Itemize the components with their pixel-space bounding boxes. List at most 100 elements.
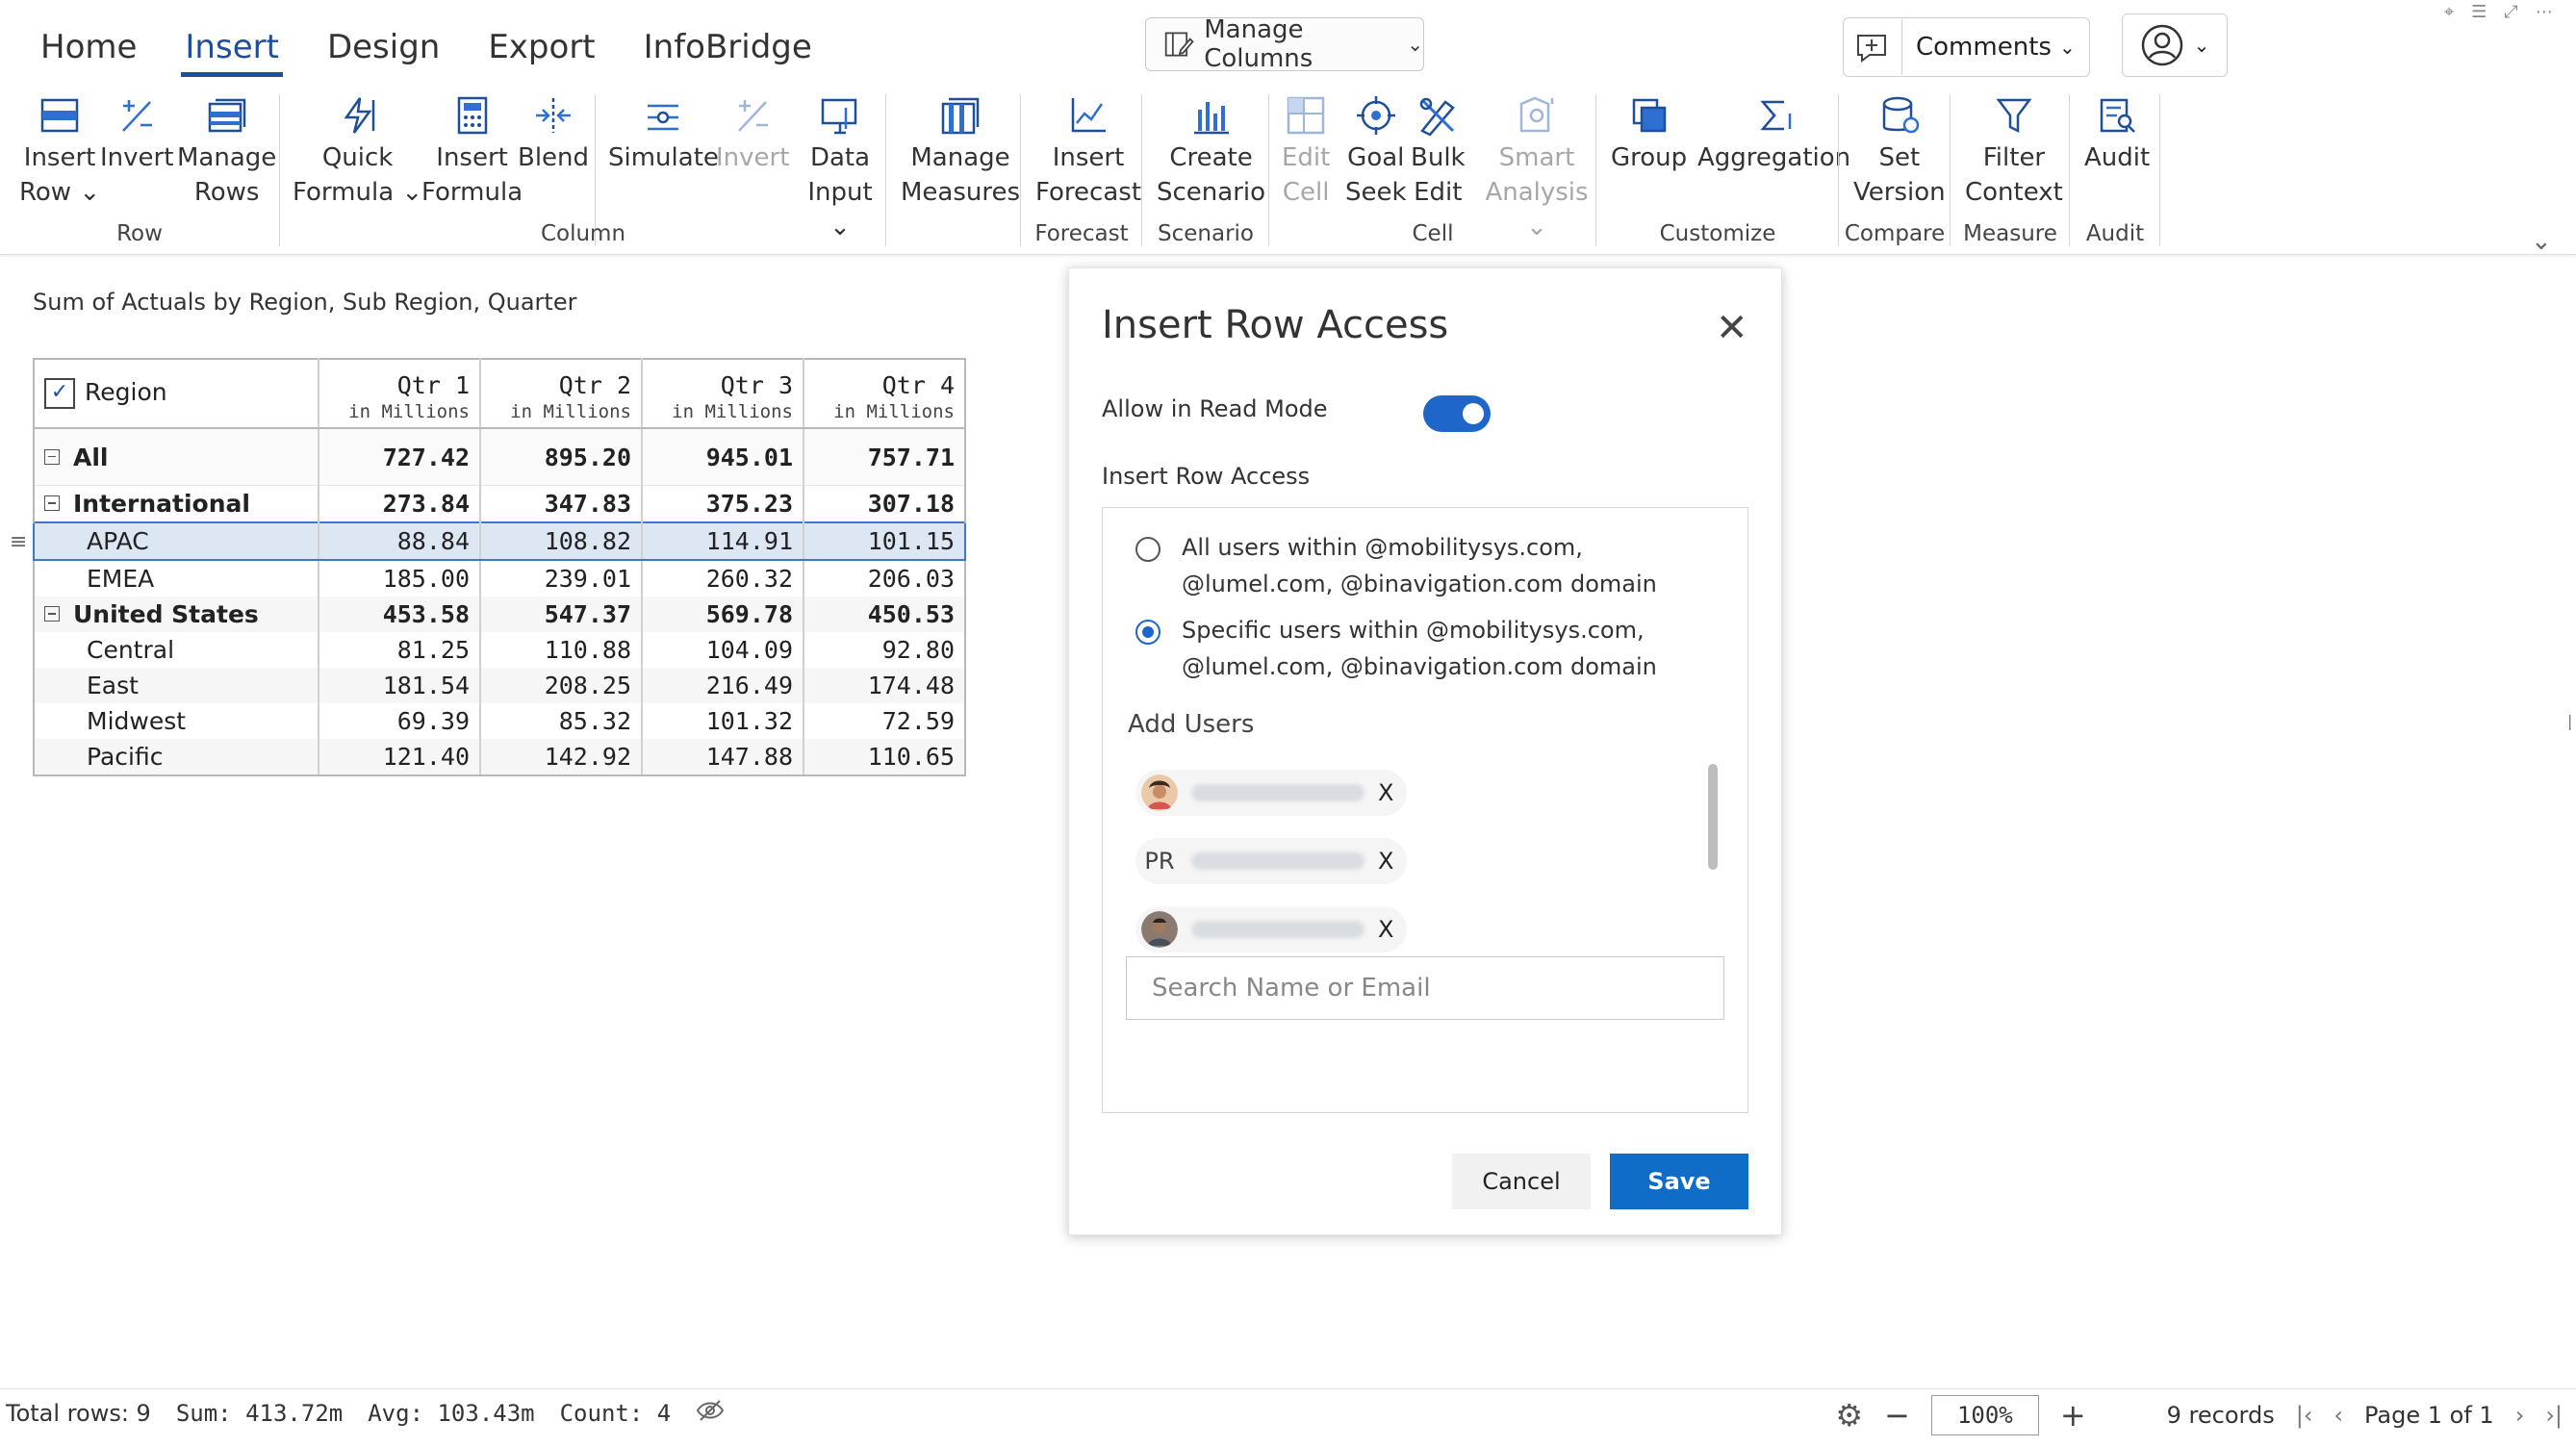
tab-infobridge[interactable]: InfoBridge (623, 19, 833, 77)
cell[interactable]: 375.23 (642, 485, 804, 522)
cell[interactable]: 174.48 (803, 668, 966, 703)
table-row[interactable]: Central 81.25 110.88 104.09 92.80 (33, 632, 966, 668)
collapse-icon[interactable] (44, 495, 60, 511)
insert-row-button[interactable]: Insert Row ⌄ (19, 94, 100, 210)
close-icon[interactable]: ✕ (1716, 309, 1748, 347)
cell[interactable]: 88.84 (319, 521, 481, 561)
cancel-button[interactable]: Cancel (1452, 1154, 1591, 1209)
option-specific-users-label[interactable]: Specific users within @mobilitysys.com, … (1182, 612, 1730, 685)
cell[interactable]: 147.88 (642, 739, 804, 776)
goal-seek-button[interactable]: Goal Seek (1345, 94, 1407, 210)
tab-insert[interactable]: Insert (164, 19, 300, 77)
cell[interactable]: 85.32 (480, 703, 643, 739)
comments-dropdown[interactable]: Comments ⌄ (1902, 33, 2089, 62)
radio-all-users[interactable] (1135, 537, 1160, 562)
cell[interactable]: 110.88 (480, 632, 643, 668)
remove-user-button[interactable]: X (1378, 848, 1393, 875)
allow-read-mode-toggle[interactable] (1423, 395, 1491, 432)
table-row[interactable]: EMEA 185.00 239.01 260.32 206.03 (33, 560, 966, 597)
cell[interactable]: 273.84 (319, 485, 481, 522)
collapse-icon[interactable] (44, 606, 60, 622)
insert-forecast-button[interactable]: Insert Forecast (1035, 94, 1141, 210)
column-header-qtr2[interactable]: Qtr 2 in Millions (480, 358, 643, 429)
cell[interactable]: 208.25 (480, 668, 643, 703)
cell[interactable]: 216.49 (642, 668, 804, 703)
cell[interactable]: 547.37 (480, 597, 643, 632)
search-users-input[interactable]: Search Name or Email (1126, 956, 1724, 1020)
eye-hidden-icon[interactable] (696, 1399, 725, 1428)
invert-row-button[interactable]: Invert (100, 94, 173, 175)
zoom-out-button[interactable]: − (1884, 1397, 1910, 1434)
expand-icon[interactable]: ⤢ (2504, 2, 2517, 22)
cell[interactable]: 450.53 (803, 597, 966, 632)
cell[interactable]: 895.20 (480, 428, 643, 486)
radio-specific-users[interactable] (1135, 620, 1160, 645)
table-row[interactable]: East 181.54 208.25 216.49 174.48 (33, 668, 966, 703)
more-icon[interactable]: ⋯ (2536, 2, 2553, 22)
blend-button[interactable]: Blend (518, 94, 589, 175)
table-row[interactable]: All 727.42 895.20 945.01 757.71 (33, 428, 966, 486)
table-row[interactable]: Pacific 121.40 142.92 147.88 110.65 (33, 739, 966, 776)
add-comment-button[interactable] (1844, 19, 1902, 75)
cell[interactable]: 101.32 (642, 703, 804, 739)
audit-button[interactable]: Audit (2084, 94, 2150, 175)
collapse-ribbon-icon[interactable]: ⌄ (2531, 227, 2552, 256)
cell[interactable]: 757.71 (803, 428, 966, 486)
insert-formula-button[interactable]: Insert Formula (421, 94, 523, 210)
column-header-qtr1[interactable]: Qtr 1 in Millions (319, 358, 481, 429)
cell[interactable]: 727.42 (319, 428, 481, 486)
filter-context-button[interactable]: Filter Context (1965, 94, 2063, 210)
next-page-icon[interactable]: › (2515, 1402, 2525, 1429)
scrollbar-thumb[interactable] (1708, 764, 1718, 870)
cell[interactable]: 110.65 (803, 739, 966, 776)
cell[interactable]: 72.59 (803, 703, 966, 739)
filter-icon[interactable]: ☰ (2471, 2, 2487, 22)
manage-columns-button[interactable]: Manage Columns ⌄ (1145, 15, 1424, 73)
manage-rows-button[interactable]: Manage Rows (177, 94, 276, 210)
table-row[interactable]: United States 453.58 547.37 569.78 450.5… (33, 597, 966, 632)
row-drag-handle-icon[interactable]: ≡ (10, 530, 27, 554)
last-page-icon[interactable]: ›| (2545, 1402, 2563, 1429)
cell[interactable]: 569.78 (642, 597, 804, 632)
remove-user-button[interactable]: X (1378, 916, 1393, 943)
cell[interactable]: 101.15 (803, 521, 966, 561)
invert-column-button[interactable]: Invert (716, 94, 789, 175)
create-scenario-button[interactable]: Create Scenario (1157, 94, 1265, 210)
tab-design[interactable]: Design (306, 19, 461, 77)
cell[interactable]: 239.01 (480, 560, 643, 597)
cell[interactable]: 206.03 (803, 560, 966, 597)
cell[interactable]: 181.54 (319, 668, 481, 703)
cell[interactable]: 260.32 (642, 560, 804, 597)
aggregation-button[interactable]: Aggregation (1697, 94, 1850, 175)
option-all-users-label[interactable]: All users within @mobilitysys.com, @lume… (1182, 529, 1730, 602)
column-header-qtr4[interactable]: Qtr 4 in Millions (803, 358, 966, 429)
tab-home[interactable]: Home (19, 19, 158, 77)
region-header[interactable]: ✓ Region (33, 358, 319, 429)
cell[interactable]: 108.82 (480, 521, 643, 561)
cell[interactable]: 945.01 (642, 428, 804, 486)
cell[interactable]: 453.58 (319, 597, 481, 632)
resize-handle-icon[interactable]: | (2567, 712, 2572, 730)
table-row-selected[interactable]: APAC 88.84 108.82 114.91 101.15 (33, 521, 966, 561)
collapse-icon[interactable] (44, 448, 60, 465)
zoom-level-input[interactable]: 100% (1930, 1395, 2039, 1435)
table-row[interactable]: International 273.84 347.83 375.23 307.1… (33, 485, 966, 522)
settings-gear-icon[interactable]: ⚙ (1835, 1397, 1863, 1434)
cell[interactable]: 69.39 (319, 703, 481, 739)
cell[interactable]: 185.00 (319, 560, 481, 597)
cell[interactable]: 142.92 (480, 739, 643, 776)
cell[interactable]: 92.80 (803, 632, 966, 668)
user-menu-button[interactable]: ⌄ (2122, 13, 2228, 77)
prev-page-icon[interactable]: ‹ (2334, 1402, 2343, 1429)
group-button[interactable]: Group (1611, 94, 1687, 175)
edit-cell-button[interactable]: Edit Cell (1282, 94, 1330, 210)
first-page-icon[interactable]: |‹ (2296, 1402, 2313, 1429)
bulk-edit-button[interactable]: Bulk Edit (1411, 94, 1466, 210)
cell[interactable]: 114.91 (642, 521, 804, 561)
save-button[interactable]: Save (1610, 1154, 1748, 1209)
column-header-qtr3[interactable]: Qtr 3 in Millions (642, 358, 804, 429)
remove-user-button[interactable]: X (1378, 779, 1393, 806)
pin-icon[interactable]: ⌖ (2444, 2, 2454, 22)
cell[interactable]: 347.83 (480, 485, 643, 522)
table-row[interactable]: Midwest 69.39 85.32 101.32 72.59 (33, 703, 966, 739)
